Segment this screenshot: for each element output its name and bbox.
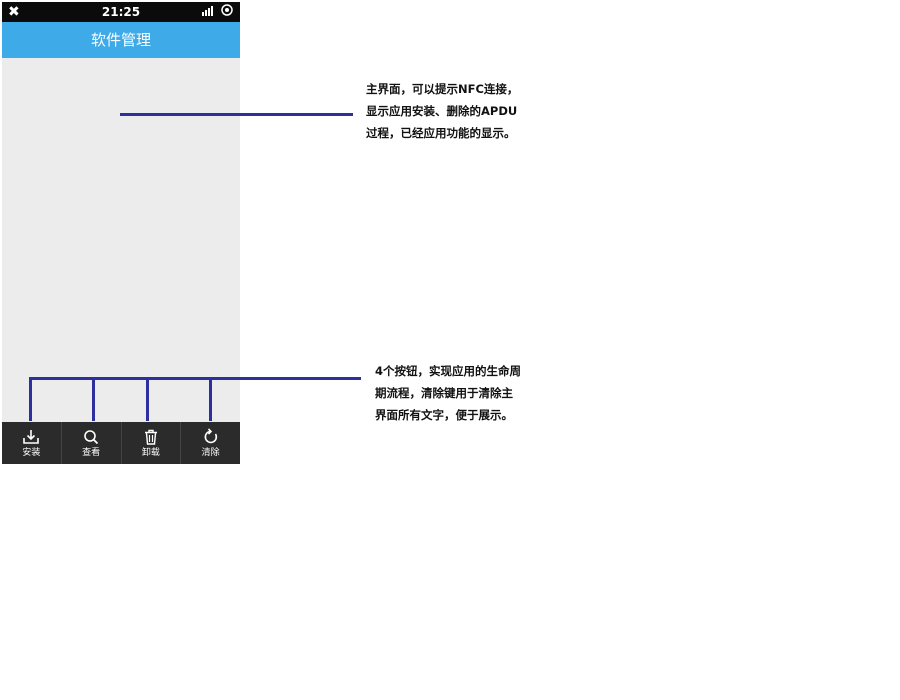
page-title: 软件管理 <box>2 22 240 58</box>
clear-button[interactable]: 清除 <box>181 422 240 464</box>
buttons-annotation: 4个按钮，实现应用的生命周 期流程，清除键用于清除主 界面所有文字，便于展示。 <box>375 360 521 426</box>
trash-icon <box>144 429 157 445</box>
view-label: 查看 <box>82 447 101 458</box>
status-bar: ✖ 21:25 <box>2 2 240 22</box>
annotation-line: 期流程，清除键用于清除主 <box>375 386 513 400</box>
bracket-tick-view <box>92 377 95 421</box>
download-tray-icon <box>23 429 40 444</box>
buttons-bracket-horizontal <box>29 377 361 380</box>
search-icon <box>84 429 99 444</box>
annotation-line: 界面所有文字，便于展示。 <box>375 408 513 422</box>
bracket-tick-clear <box>209 377 212 421</box>
refresh-icon <box>204 427 217 443</box>
annotation-line: 主界面，可以提示NFC连接， <box>366 82 519 96</box>
main-screen-pointer-line <box>120 113 353 116</box>
battery-icon <box>220 4 234 21</box>
annotation-line: 过程，已经应用功能的显示。 <box>366 126 516 140</box>
install-button[interactable]: 安装 <box>2 422 62 464</box>
view-button[interactable]: 查看 <box>62 422 122 464</box>
signal-icon <box>202 4 216 21</box>
bracket-tick-install <box>29 377 32 421</box>
annotation-line: 4个按钮，实现应用的生命周 <box>375 364 522 378</box>
install-label: 安装 <box>22 447 41 458</box>
annotation-line: 显示应用安装、删除的APDU <box>366 104 518 118</box>
phone-screen: ✖ 21:25 软件管理 安装 查看 卸载 清除 <box>2 2 240 464</box>
main-screen-annotation: 主界面，可以提示NFC连接， 显示应用安装、删除的APDU 过程，已经应用功能的… <box>366 78 518 144</box>
uninstall-label: 卸载 <box>141 447 160 458</box>
clear-label: 清除 <box>201 447 220 458</box>
bottom-toolbar: 安装 查看 卸载 清除 <box>2 422 240 464</box>
uninstall-button[interactable]: 卸载 <box>122 422 182 464</box>
bracket-tick-uninstall <box>146 377 149 421</box>
